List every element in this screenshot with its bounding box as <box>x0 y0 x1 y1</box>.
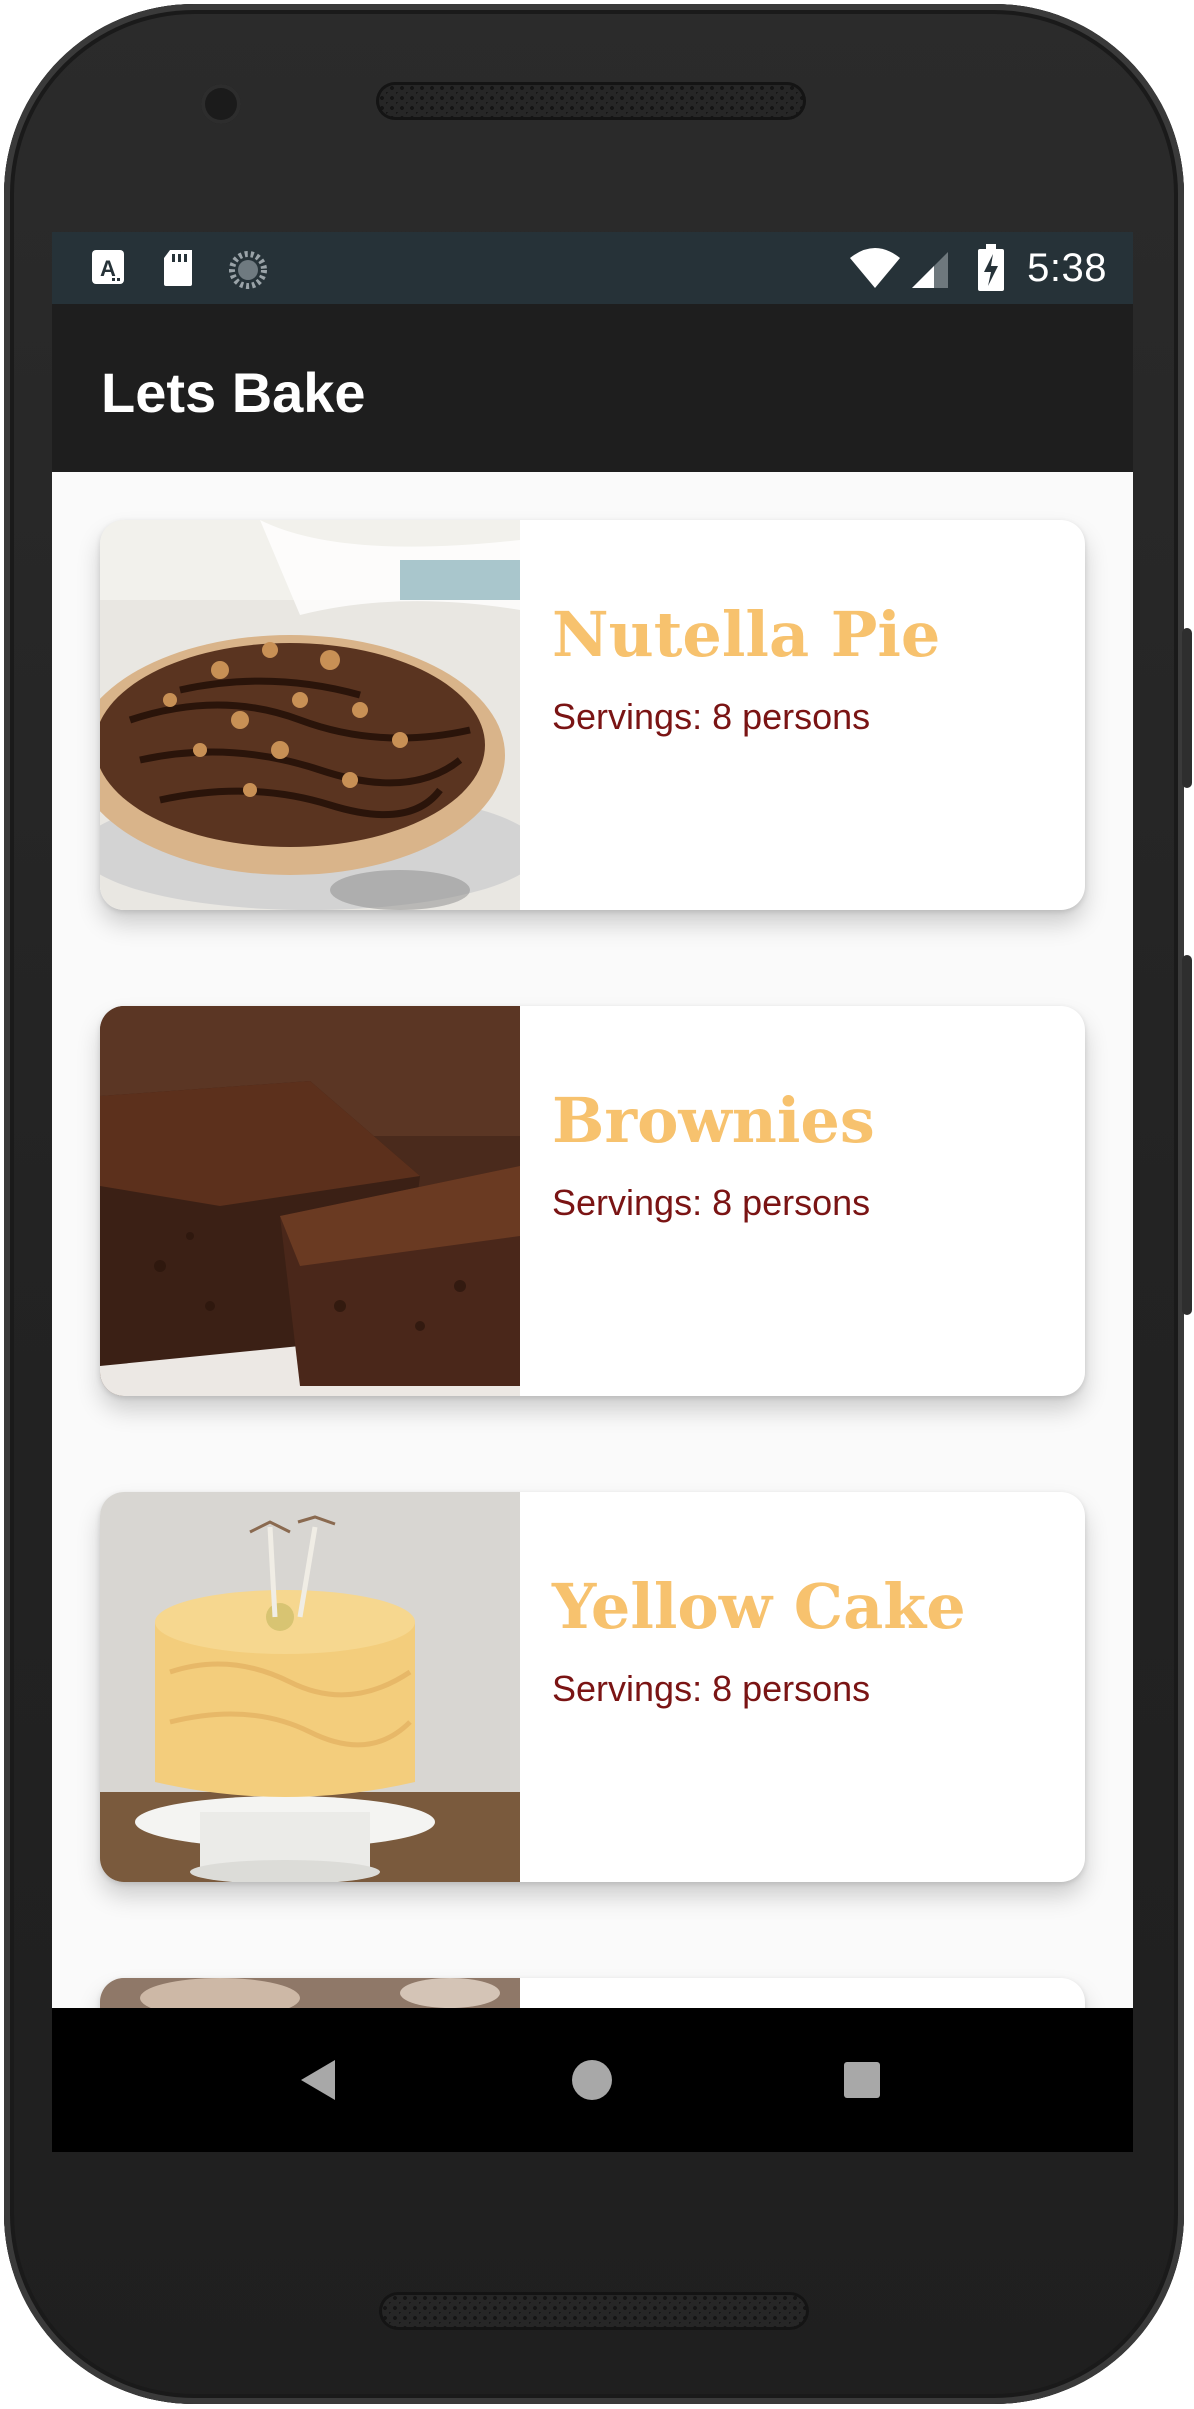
navigation-bar <box>52 2008 1133 2152</box>
status-bar: A 5:38 <box>52 232 1133 304</box>
recipe-title: Nutella Pie <box>552 598 941 671</box>
recipe-card[interactable]: Brownies Servings: 8 persons <box>100 1006 1085 1396</box>
screen: A 5:38 Lets Bake Nutella Pie Servings: 8… <box>52 232 1133 2152</box>
phone-frame: A 5:38 Lets Bake Nutella Pie Servings: 8… <box>0 0 1194 2409</box>
front-camera <box>201 84 241 124</box>
recipe-image-yellow-cake <box>100 1492 520 1882</box>
cell-signal-icon <box>910 250 950 295</box>
status-time: 5:38 <box>1027 246 1107 290</box>
recipe-image-nutella-pie <box>100 520 520 910</box>
sd-card-icon <box>160 248 196 293</box>
home-icon[interactable] <box>558 2046 626 2114</box>
recents-icon[interactable] <box>828 2046 896 2114</box>
power-button <box>1182 628 1192 788</box>
app-title: Lets Bake <box>101 361 366 424</box>
recipe-list[interactable]: Nutella Pie Servings: 8 persons Brownies… <box>52 472 1133 2152</box>
recipe-servings: Servings: 8 persons <box>552 1668 871 1709</box>
battery-charging-icon <box>976 244 1006 297</box>
recipe-servings: Servings: 8 persons <box>552 696 871 737</box>
top-speaker <box>376 82 806 120</box>
app-bar: Lets Bake <box>52 304 1133 472</box>
recipe-servings: Servings: 8 persons <box>552 1182 871 1223</box>
volume-button <box>1182 955 1192 1315</box>
svg-text:A: A <box>100 256 116 281</box>
sync-spinner-icon <box>226 248 270 297</box>
wifi-icon <box>848 246 902 295</box>
back-icon[interactable] <box>287 2046 355 2114</box>
bottom-speaker <box>379 2292 809 2330</box>
recipe-card[interactable]: Yellow Cake Servings: 8 persons <box>100 1492 1085 1882</box>
recipe-title: Yellow Cake <box>552 1570 966 1643</box>
a-accessibility-icon: A <box>90 248 126 293</box>
recipe-card[interactable]: Nutella Pie Servings: 8 persons <box>100 520 1085 910</box>
recipe-image-brownies <box>100 1006 520 1396</box>
recipe-title: Brownies <box>552 1084 875 1157</box>
